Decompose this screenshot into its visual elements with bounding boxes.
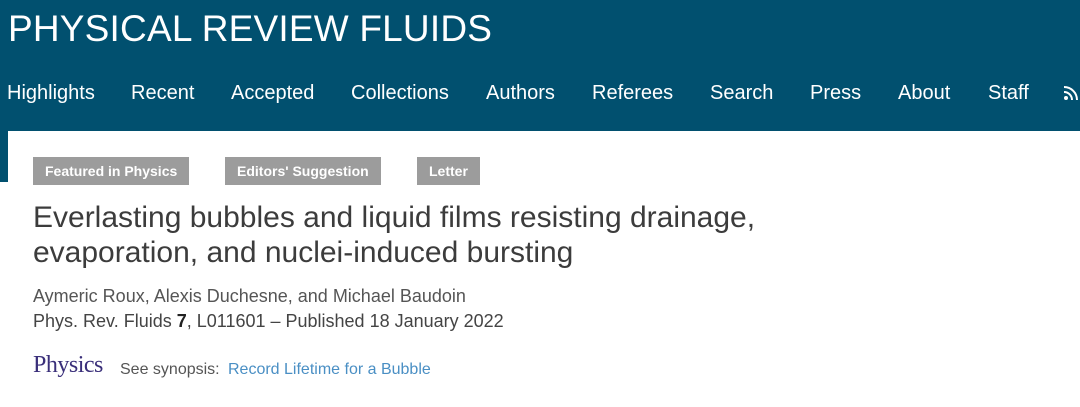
rss-icon[interactable]	[1064, 86, 1080, 100]
article-title-line1: Everlasting bubbles and liquid films res…	[33, 201, 756, 234]
main-nav: Highlights Recent Accepted Collections A…	[0, 79, 1080, 107]
nav-recent[interactable]: Recent	[131, 79, 194, 107]
nav-highlights[interactable]: Highlights	[7, 79, 95, 107]
article-title[interactable]: Everlasting bubbles and liquid films res…	[33, 200, 1033, 270]
citation-journal: Phys. Rev. Fluids	[33, 311, 172, 331]
badge-letter[interactable]: Letter	[417, 157, 480, 185]
synopsis-label: See synopsis:	[120, 361, 220, 378]
synopsis-link[interactable]: Record Lifetime for a Bubble	[228, 360, 431, 380]
nav-search[interactable]: Search	[710, 79, 773, 107]
article-title-line2: evaporation, and nuclei-induced bursting	[33, 236, 574, 269]
nav-press[interactable]: Press	[810, 79, 861, 107]
citation-volume: 7	[176, 311, 187, 331]
nav-referees[interactable]: Referees	[592, 79, 673, 107]
nav-about[interactable]: About	[898, 79, 950, 107]
article-citation: Phys. Rev. Fluids 7, L011601 – Published…	[33, 311, 504, 332]
nav-collections[interactable]: Collections	[351, 79, 449, 107]
article-authors: Aymeric Roux, Alexis Duchesne, and Micha…	[33, 286, 466, 306]
badge-featured-in-physics[interactable]: Featured in Physics	[33, 157, 190, 185]
citation-details: , L011601 – Published 18 January 2022	[186, 311, 504, 331]
page: PHYSICAL REVIEW FLUIDS Highlights Recent…	[0, 0, 1080, 407]
badge-editors-suggestion[interactable]: Editors' Suggestion	[225, 157, 381, 185]
nav-authors[interactable]: Authors	[486, 79, 555, 107]
journal-title[interactable]: PHYSICAL REVIEW FLUIDS	[8, 8, 492, 50]
physics-logo[interactable]: Physics	[33, 351, 103, 379]
nav-accepted[interactable]: Accepted	[231, 79, 314, 107]
nav-staff[interactable]: Staff	[988, 79, 1029, 107]
